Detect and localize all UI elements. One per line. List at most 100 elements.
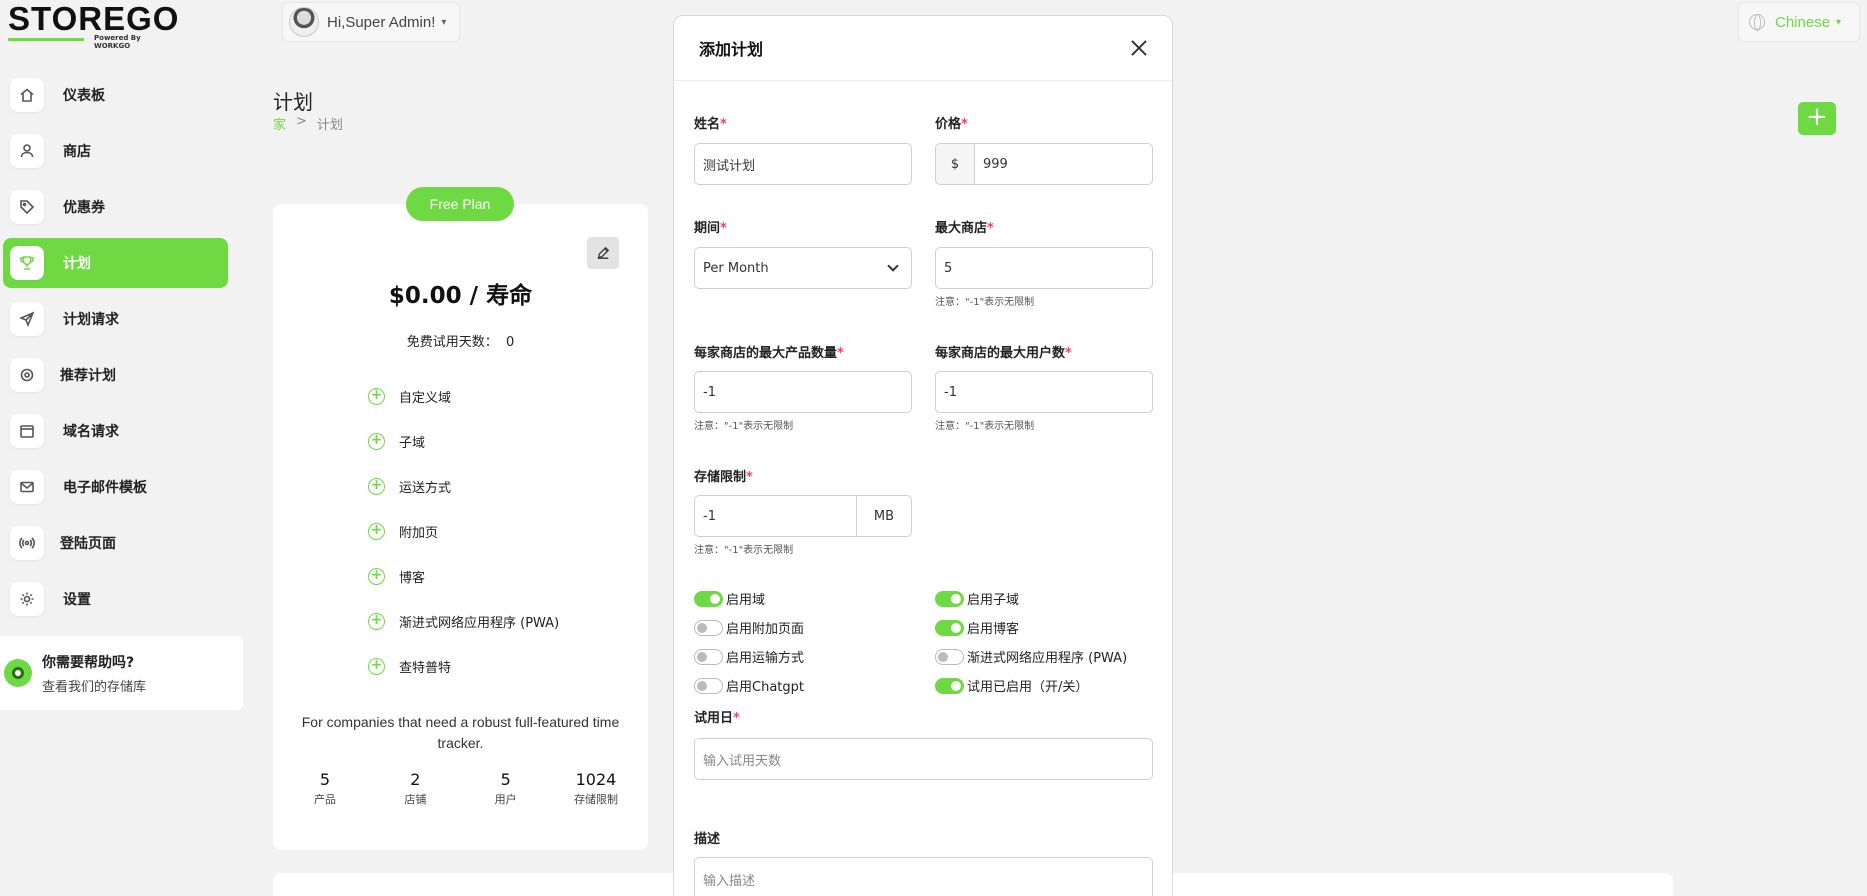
max-stores-note: 注意："-1"表示无限制 (935, 297, 1035, 308)
name-label: 姓名* (694, 117, 727, 132)
sidebar-item-referral[interactable]: 推荐计划 (3, 350, 228, 400)
trial-days-label: 免费试用天数： (406, 335, 498, 350)
plus-circle-icon: + (368, 612, 385, 630)
toggle-label: 启用子域 (967, 593, 1020, 608)
feature-item: + 博客 (368, 564, 425, 588)
toggle-switch[interactable] (694, 648, 723, 665)
edit-plan-button[interactable] (587, 237, 619, 269)
storage-note: 注意："-1"表示无限制 (694, 545, 794, 556)
stat-label: 存储限制 (573, 793, 618, 806)
plan-trial-days: 免费试用天数： 0 (273, 331, 648, 350)
toggle-switch[interactable] (935, 619, 964, 636)
add-plan-modal: 添加计划 姓名* 测试计划 价格* $ 999 期间* Per Month 最大… (673, 15, 1173, 896)
feature-label: 子域 (399, 435, 426, 451)
feature-item: + 查特普特 (368, 654, 451, 678)
breadcrumb-home-link[interactable]: 家 (273, 114, 286, 133)
description-textarea[interactable]: 输入描述 (694, 857, 1153, 896)
sidebar-item-stores[interactable]: 商店 (3, 126, 228, 176)
feature-item: + 自定义域 (368, 384, 451, 408)
stat-storage: 1024 存储限制 (556, 770, 636, 807)
chevron-down-icon: ▾ (1836, 16, 1842, 28)
plus-circle-icon: + (368, 567, 385, 585)
sidebar-item-coupons[interactable]: 优惠券 (3, 182, 228, 232)
sidebar-item-settings[interactable]: 设置 (3, 574, 228, 624)
max-products-note: 注意："-1"表示无限制 (694, 421, 794, 432)
sidebar-item-label: 计划 (63, 256, 91, 272)
toggle-switch[interactable] (935, 590, 964, 607)
sidebar-item-dashboard[interactable]: 仪表板 (3, 70, 228, 120)
stat-value: 5 (500, 770, 511, 789)
max-products-input[interactable]: -1 (694, 371, 912, 413)
enable-trial-toggle[interactable]: 试用已启用（开/关） (935, 676, 1088, 695)
breadcrumb: 家 > 计划 (273, 114, 343, 133)
toggle-switch[interactable] (935, 648, 964, 665)
feature-label: 运送方式 (399, 480, 452, 496)
calendar-icon (10, 414, 44, 448)
enable-shipping-toggle[interactable]: 启用运输方式 (694, 647, 804, 666)
sidebar-item-domain-requests[interactable]: 域名请求 (3, 406, 228, 456)
max-users-note: 注意："-1"表示无限制 (935, 421, 1035, 432)
user-menu-button[interactable]: Hi,Super Admin! ▾ (282, 2, 460, 42)
name-input[interactable]: 测试计划 (694, 143, 912, 185)
enable-domain-toggle[interactable]: 启用域 (694, 589, 765, 608)
avatar (289, 7, 319, 37)
help-box[interactable]: 你需要帮助吗? 查看我们的存储库 (0, 636, 243, 710)
duration-label: 期间* (694, 221, 727, 236)
toggle-label: 启用博客 (967, 622, 1020, 637)
trial-days-label: 试用日* (694, 711, 740, 726)
sidebar-item-label: 仪表板 (63, 88, 105, 104)
max-users-input[interactable]: -1 (935, 371, 1153, 413)
stat-value: 5 (319, 770, 331, 789)
sidebar-item-plan-requests[interactable]: 计划请求 (3, 294, 228, 344)
sidebar-item-label: 设置 (63, 592, 91, 608)
lifebuoy-icon (4, 659, 32, 687)
feature-label: 自定义域 (399, 390, 452, 406)
plus-circle-icon: + (368, 522, 385, 540)
toggle-switch[interactable] (694, 677, 723, 694)
language-label: Chinese (1775, 13, 1831, 31)
max-products-label: 每家商店的最大产品数量* (694, 346, 844, 361)
feature-item: + 子域 (368, 429, 425, 453)
toggle-switch[interactable] (935, 677, 964, 694)
enable-subdomain-toggle[interactable]: 启用子域 (935, 589, 1019, 608)
plus-circle-icon: + (368, 387, 385, 405)
price-input[interactable]: 999 (974, 143, 1153, 185)
stat-value: 2 (410, 770, 421, 789)
stat-value: 1024 (575, 770, 617, 789)
toggle-label: 渐进式网络应用程序 (PWA) (967, 651, 1128, 666)
max-stores-input[interactable]: 5 (935, 247, 1153, 289)
toggle-switch[interactable] (694, 619, 723, 636)
close-icon[interactable] (1128, 37, 1150, 59)
toggle-switch[interactable] (694, 590, 723, 607)
sidebar-item-landing-page[interactable]: 登陆页面 (3, 518, 228, 568)
enable-pwa-toggle[interactable]: 渐进式网络应用程序 (PWA) (935, 647, 1127, 666)
sidebar-item-label: 登陆页面 (60, 536, 116, 552)
stat-stores: 2 店铺 (375, 770, 455, 807)
language-selector[interactable]: Chinese ▾ (1738, 2, 1860, 42)
user-icon (10, 134, 44, 168)
sidebar-item-email-templates[interactable]: 电子邮件模板 (3, 462, 228, 512)
sidebar-item-plans[interactable]: 计划 (3, 238, 228, 288)
sidebar-item-label: 电子邮件模板 (63, 480, 147, 496)
plan-stats: 5 产品 2 店铺 5 用户 1024 存储限制 (285, 770, 636, 807)
stat-label: 用户 (494, 793, 517, 806)
gear-icon (10, 582, 44, 616)
sidebar-item-label: 推荐计划 (60, 368, 116, 384)
storego-logo[interactable]: STOREGO Powered By WORKGO (8, 2, 178, 50)
plan-badge: Free Plan (406, 187, 514, 221)
enable-chatgpt-toggle[interactable]: 启用Chatgpt (694, 676, 804, 695)
duration-select[interactable]: Per Month (694, 247, 912, 289)
enable-extra-pages-toggle[interactable]: 启用附加页面 (694, 618, 804, 637)
add-plan-button[interactable]: + (1798, 102, 1836, 135)
trial-days-value: 0 (505, 335, 515, 350)
trial-days-input[interactable]: 输入试用天数 (694, 738, 1153, 780)
broadcast-icon (10, 526, 44, 560)
tag-icon (10, 190, 44, 224)
plan-price: $0.00 / 寿命 (388, 283, 533, 309)
storage-input[interactable]: -1 (694, 495, 857, 537)
sidebar-item-label: 域名请求 (63, 424, 119, 440)
stat-label: 产品 (314, 793, 336, 806)
enable-blog-toggle[interactable]: 启用博客 (935, 618, 1019, 637)
plan-description: For companies that need a robust full-fe… (301, 714, 620, 751)
currency-addon: $ (935, 143, 975, 185)
